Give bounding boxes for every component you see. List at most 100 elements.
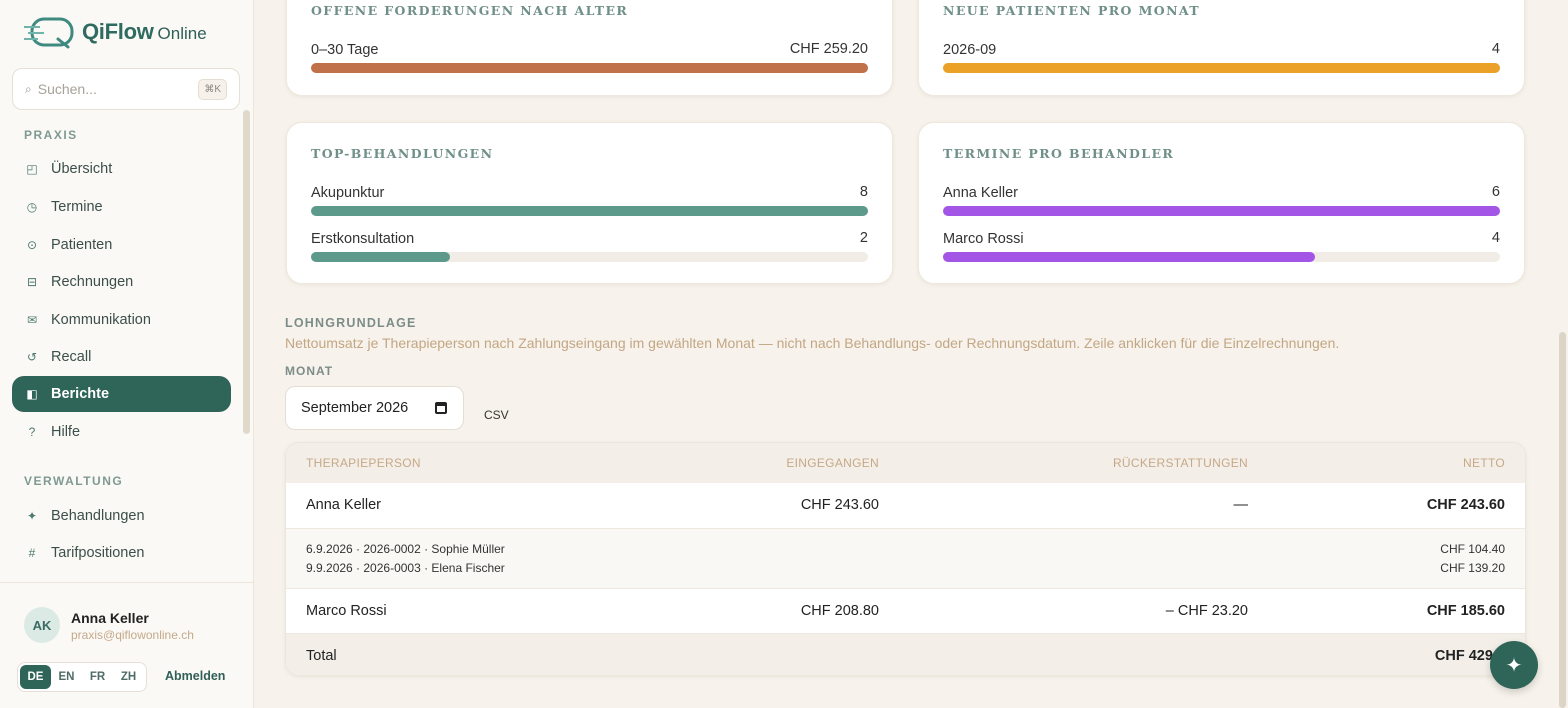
mail-icon: ✉ (26, 313, 38, 327)
column-header-net[interactable]: NETTO (1463, 456, 1505, 470)
bar-label: Anna Keller (943, 185, 1018, 201)
sidebar-item-tarifpositionen[interactable]: # Tarifpositionen (12, 535, 231, 571)
bar-row: Anna Keller 6 (943, 184, 1500, 216)
sidebar-item-hilfe[interactable]: ? Hilfe (12, 414, 231, 450)
bar-row: 0–30 Tage CHF 259.20 (311, 41, 868, 73)
lang-en-button[interactable]: EN (51, 665, 82, 689)
bar-value: 6 (1491, 184, 1500, 200)
bar-row: 2026-09 4 (943, 41, 1500, 73)
table-row[interactable]: Marco Rossi CHF 208.80 – CHF 23.20 CHF 1… (286, 588, 1525, 633)
sparkle-icon: ✦ (26, 509, 38, 523)
card-title: TERMINE PRO BEHANDLER (943, 146, 1175, 161)
bar-value: 8 (859, 184, 868, 200)
card-title: TOP-BEHANDLUNGEN (311, 146, 494, 161)
invoice-detail[interactable]: 9.9.2026 · 2026-0003 · Elena Fischer (306, 561, 505, 575)
card-open-claims: OFFENE FORDERUNGEN NACH ALTER 0–30 Tage … (286, 0, 893, 96)
sidebar-item-uebersicht[interactable]: ◰ Übersicht (12, 151, 231, 187)
bar-value: CHF 259.20 (789, 41, 868, 57)
sidebar-item-label: Behandlungen (51, 508, 145, 524)
cell-net: CHF 243.60 (1426, 497, 1505, 513)
table-header: THERAPIEPERSON EINGEGANGEN RÜCKERSTATTUN… (286, 443, 1525, 483)
csv-export-button[interactable]: CSV (484, 408, 509, 422)
bar-label: Marco Rossi (943, 231, 1024, 247)
sidebar-item-label: Übersicht (51, 161, 113, 177)
payroll-table: THERAPIEPERSON EINGEGANGEN RÜCKERSTATTUN… (285, 442, 1526, 676)
search-placeholder: Suchen... (37, 81, 97, 97)
lang-fr-button[interactable]: FR (82, 665, 113, 689)
sidebar-item-label: Hilfe (51, 424, 81, 440)
assistant-button[interactable]: ✦ (1490, 641, 1538, 689)
app-logo[interactable]: QiFlow Online (22, 14, 207, 50)
bar-track (311, 63, 868, 73)
bar-fill (943, 63, 1500, 73)
card-appointments-per-therapist: TERMINE PRO BEHANDLER Anna Keller 6 Marc… (918, 122, 1525, 284)
column-header-received[interactable]: EINGEGANGEN (786, 456, 879, 470)
app-name: QiFlow Online (82, 19, 207, 44)
sidebar-item-label: Kommunikation (51, 312, 151, 328)
payroll-heading: LOHNGRUNDLAGE (285, 316, 417, 330)
bar-fill (943, 206, 1500, 216)
card-top-treatments: TOP-BEHANDLUNGEN Akupunktur 8 Erstkonsul… (286, 122, 893, 284)
sidebar-item-berichte[interactable]: ◧ Berichte (12, 376, 231, 412)
search-shortcut: ⌘K (198, 78, 227, 100)
bar-fill (311, 252, 451, 262)
card-new-patients: NEUE PATIENTEN PRO MONAT 2026-09 4 (918, 0, 1525, 96)
card-title: NEUE PATIENTEN PRO MONAT (943, 3, 1201, 18)
column-header-therapist[interactable]: THERAPIEPERSON (306, 456, 421, 470)
sidebar-item-kommunikation[interactable]: ✉ Kommunikation (12, 302, 231, 338)
bar-label: Akupunktur (311, 185, 385, 201)
month-value: September 2026 (301, 400, 409, 416)
logo-icon (24, 17, 74, 49)
cell-net: CHF 185.60 (1426, 603, 1505, 619)
reports-icon: ◧ (26, 387, 38, 401)
sidebar-item-label: Termine (51, 199, 103, 215)
cell-received: CHF 243.60 (800, 497, 879, 513)
user-email: praxis@qiflowonline.ch (71, 628, 194, 642)
month-picker[interactable]: September 2026 (285, 386, 464, 430)
section-verwaltung-label: VERWALTUNG (24, 474, 124, 488)
sparkle-icon: ✦ (1505, 654, 1523, 677)
search-input[interactable]: ⌕ Suchen... ⌘K (12, 68, 240, 110)
bar-label: 0–30 Tage (311, 42, 379, 58)
cell-person: Marco Rossi (306, 603, 387, 619)
bar-track (943, 63, 1500, 73)
sidebar-item-recall[interactable]: ↺ Recall (12, 339, 231, 375)
bar-value: 2 (859, 230, 868, 246)
lang-de-button[interactable]: DE (20, 665, 51, 689)
sidebar-item-behandlungen[interactable]: ✦ Behandlungen (12, 498, 231, 534)
cell-refunds: — (1233, 497, 1249, 513)
bar-fill (311, 206, 868, 216)
invoice-amount: CHF 139.20 (1440, 561, 1505, 575)
user-icon: ⊙ (26, 238, 38, 252)
sidebar-item-label: Recall (51, 349, 92, 365)
sidebar-item-patienten[interactable]: ⊙ Patienten (12, 227, 231, 263)
cell-refunds: – CHF 23.20 (1165, 603, 1248, 619)
card-title: OFFENE FORDERUNGEN NACH ALTER (311, 3, 629, 18)
user-name: Anna Keller (71, 610, 149, 626)
bar-fill (311, 63, 868, 73)
table-row[interactable]: Anna Keller CHF 243.60 — CHF 243.60 (286, 483, 1525, 528)
sidebar-item-rechnungen[interactable]: ⊟ Rechnungen (12, 264, 231, 300)
invoice-detail[interactable]: 6.9.2026 · 2026-0002 · Sophie Müller (306, 542, 505, 556)
month-label: MONAT (285, 364, 334, 378)
sidebar-scrollbar[interactable] (243, 110, 250, 434)
sidebar-item-label: Rechnungen (51, 274, 134, 290)
sidebar-item-termine[interactable]: ◷ Termine (12, 189, 231, 225)
main-scrollbar[interactable] (1559, 332, 1566, 708)
section-praxis-label: PRAXIS (24, 128, 78, 142)
sidebar-item-label: Berichte (51, 386, 110, 402)
bar-row: Akupunktur 8 (311, 184, 868, 216)
avatar[interactable]: AK (24, 607, 60, 643)
calendar-icon[interactable] (435, 402, 447, 414)
sidebar-item-label: Patienten (51, 237, 113, 253)
logout-button[interactable]: Abmelden (165, 669, 225, 683)
lang-zh-button[interactable]: ZH (113, 665, 144, 689)
divider (0, 582, 253, 583)
invoice-amount: CHF 104.40 (1440, 542, 1505, 556)
help-icon: ? (28, 425, 36, 439)
sidebar: QiFlow Online ⌕ Suchen... ⌘K PRAXIS ◰ Übe… (0, 0, 254, 708)
bar-label: 2026-09 (943, 42, 997, 58)
bar-track (311, 252, 868, 262)
column-header-refunds[interactable]: RÜCKERSTATTUNGEN (1113, 456, 1248, 470)
payroll-description: Nettoumsatz je Therapieperson nach Zahlu… (285, 335, 1340, 351)
